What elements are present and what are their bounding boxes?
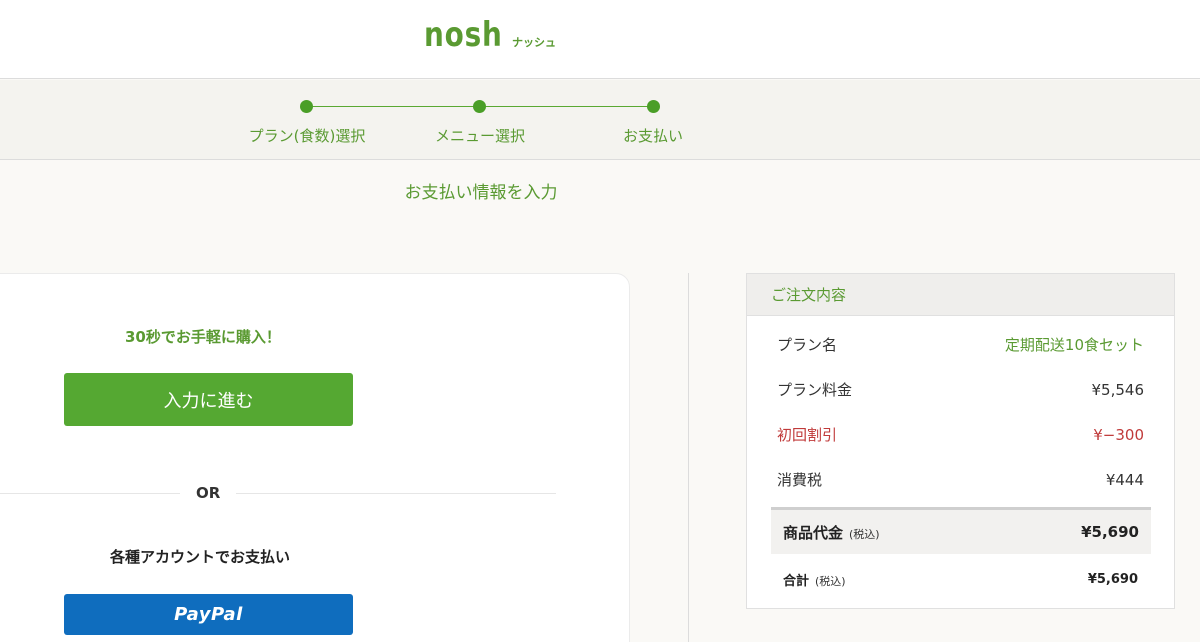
- nosh-logo[interactable]: nosh ナッシュ: [424, 18, 556, 52]
- total-row: 合計 (税込) ¥5,690: [783, 570, 1138, 589]
- subtotal-label: 商品代金: [783, 523, 844, 542]
- or-separator: OR: [196, 484, 221, 502]
- summary-row-plan-name: プラン名 定期配送10食セット: [777, 334, 1144, 355]
- row-value: ¥−300: [1093, 425, 1144, 444]
- step-dot-payment: [647, 100, 660, 113]
- page-title: お支払い情報を入力: [404, 183, 558, 203]
- divider-line: [0, 493, 180, 494]
- step-label-menu[interactable]: メニュー選択: [435, 125, 525, 146]
- step-dot-plan: [300, 100, 313, 113]
- paypal-button[interactable]: PayPal: [64, 594, 353, 635]
- divider-line: [236, 493, 556, 494]
- subtotal-row: 商品代金 (税込) ¥5,690: [771, 507, 1151, 554]
- step-dot-menu: [473, 100, 486, 113]
- logo-wordmark: nosh: [424, 15, 503, 55]
- row-value: ¥5,546: [1091, 380, 1145, 399]
- order-summary-heading: ご注文内容: [747, 274, 1174, 316]
- checkout-stepper: プラン(食数)選択 メニュー選択 お支払い: [0, 80, 1200, 160]
- step-connector: [307, 106, 480, 107]
- row-value: 定期配送10食セット: [1004, 336, 1144, 354]
- order-summary: ご注文内容 プラン名 定期配送10食セット プラン料金 ¥5,546 初回割引 …: [746, 273, 1175, 609]
- summary-row-plan-price: プラン料金 ¥5,546: [777, 379, 1144, 400]
- subtotal-tax-note: (税込): [849, 527, 880, 541]
- step-label-plan[interactable]: プラン(食数)選択: [249, 125, 366, 146]
- row-value: ¥444: [1105, 470, 1144, 489]
- step-label-payment: お支払い: [622, 127, 684, 145]
- row-label: 初回割引: [777, 426, 838, 444]
- row-label: 消費税: [777, 471, 823, 489]
- account-payment-text: 各種アカウントでお支払い: [110, 548, 291, 566]
- logo-katakana: ナッシュ: [512, 36, 557, 49]
- payment-card: [0, 273, 630, 642]
- row-label: プラン料金: [777, 381, 853, 399]
- summary-row-tax: 消費税 ¥444: [777, 469, 1144, 490]
- row-label: プラン名: [777, 336, 838, 354]
- step-connector: [480, 106, 653, 107]
- quick-purchase-text: 30秒でお手軽に購入！: [125, 328, 281, 346]
- column-divider: [688, 273, 689, 642]
- proceed-to-input-button[interactable]: 入力に進む: [64, 373, 353, 426]
- total-label: 合計: [783, 574, 810, 589]
- header: nosh ナッシュ: [0, 0, 1200, 79]
- subtotal-value: ¥5,690: [1081, 523, 1139, 541]
- total-value: ¥5,690: [1087, 572, 1138, 587]
- total-tax-note: (税込): [815, 575, 846, 588]
- summary-row-first-discount: 初回割引 ¥−300: [777, 424, 1144, 445]
